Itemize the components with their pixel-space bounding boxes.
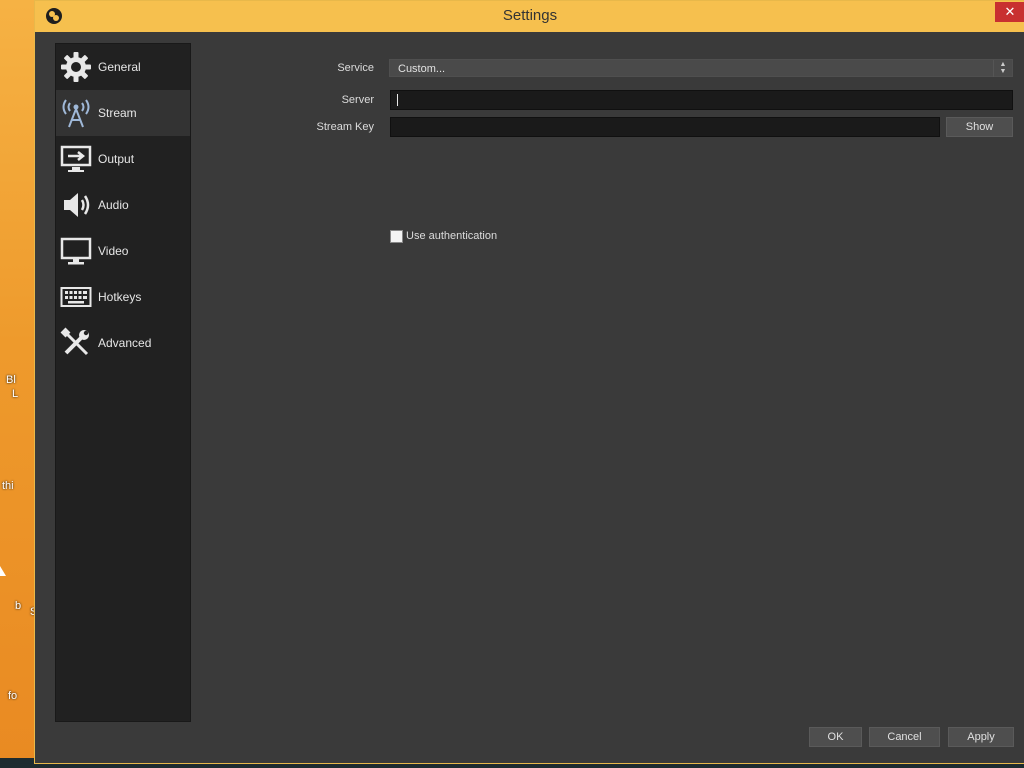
mouse-cursor bbox=[0, 566, 6, 576]
close-button[interactable]: ✕ bbox=[995, 2, 1024, 22]
keyboard-icon bbox=[59, 280, 93, 314]
service-select[interactable]: Custom... ▲ ▼ bbox=[389, 59, 1013, 77]
sidebar-item-advanced[interactable]: Advanced bbox=[56, 320, 190, 366]
stream-key-input[interactable] bbox=[390, 117, 940, 137]
sidebar-item-label: Output bbox=[98, 152, 135, 166]
desktop-icon-label: fo bbox=[8, 690, 18, 702]
chevron-updown-icon: ▲ ▼ bbox=[993, 60, 1012, 77]
stream-key-label: Stream Key bbox=[316, 121, 374, 133]
service-value: Custom... bbox=[398, 63, 446, 75]
sidebar-item-label: General bbox=[98, 60, 141, 74]
sidebar-item-video[interactable]: Video bbox=[56, 228, 190, 274]
sidebar-item-audio[interactable]: Audio bbox=[56, 182, 190, 228]
sidebar-item-output[interactable]: Output bbox=[56, 136, 190, 182]
desktop-icon-label: thi bbox=[2, 480, 14, 492]
service-label: Service bbox=[337, 62, 374, 74]
settings-body: General Stream Output Audio Video Hotkey… bbox=[43, 32, 1017, 755]
show-key-button[interactable]: Show bbox=[946, 117, 1013, 137]
settings-window: Settings ✕ General Stream Output Audio V… bbox=[34, 0, 1024, 764]
speaker-icon bbox=[59, 188, 93, 222]
desktop-icon-label: b bbox=[15, 600, 22, 612]
desktop-icon-label: L bbox=[12, 388, 19, 400]
sidebar-item-label: Audio bbox=[98, 198, 129, 212]
sidebar-item-label: Hotkeys bbox=[98, 290, 142, 304]
apply-button[interactable]: Apply bbox=[948, 727, 1014, 747]
settings-sidebar: General Stream Output Audio Video Hotkey… bbox=[55, 43, 191, 722]
sidebar-item-stream[interactable]: Stream bbox=[56, 90, 190, 136]
use-authentication-checkbox[interactable] bbox=[390, 230, 403, 243]
output-monitor-icon bbox=[59, 142, 93, 176]
text-caret bbox=[397, 94, 398, 107]
sidebar-item-label: Video bbox=[98, 244, 129, 258]
broadcast-tower-icon bbox=[59, 96, 93, 130]
sidebar-item-label: Stream bbox=[98, 106, 137, 120]
sidebar-item-label: Advanced bbox=[98, 336, 152, 350]
title-bar[interactable]: Settings ✕ bbox=[35, 1, 1024, 32]
monitor-icon bbox=[59, 234, 93, 268]
gear-icon bbox=[59, 50, 93, 84]
tools-icon bbox=[59, 326, 93, 360]
desktop-icon[interactable] bbox=[0, 60, 30, 104]
sidebar-item-general[interactable]: General bbox=[56, 44, 190, 90]
cancel-button[interactable]: Cancel bbox=[869, 727, 940, 747]
desktop-icon[interactable] bbox=[0, 120, 30, 164]
ok-button[interactable]: OK bbox=[809, 727, 862, 747]
use-authentication-label[interactable]: Use authentication bbox=[406, 230, 497, 242]
server-input[interactable] bbox=[390, 90, 1013, 110]
server-label: Server bbox=[341, 94, 374, 106]
sidebar-item-hotkeys[interactable]: Hotkeys bbox=[56, 274, 190, 320]
window-title: Settings bbox=[502, 7, 558, 24]
desktop-icon-label: Bl bbox=[6, 374, 16, 386]
